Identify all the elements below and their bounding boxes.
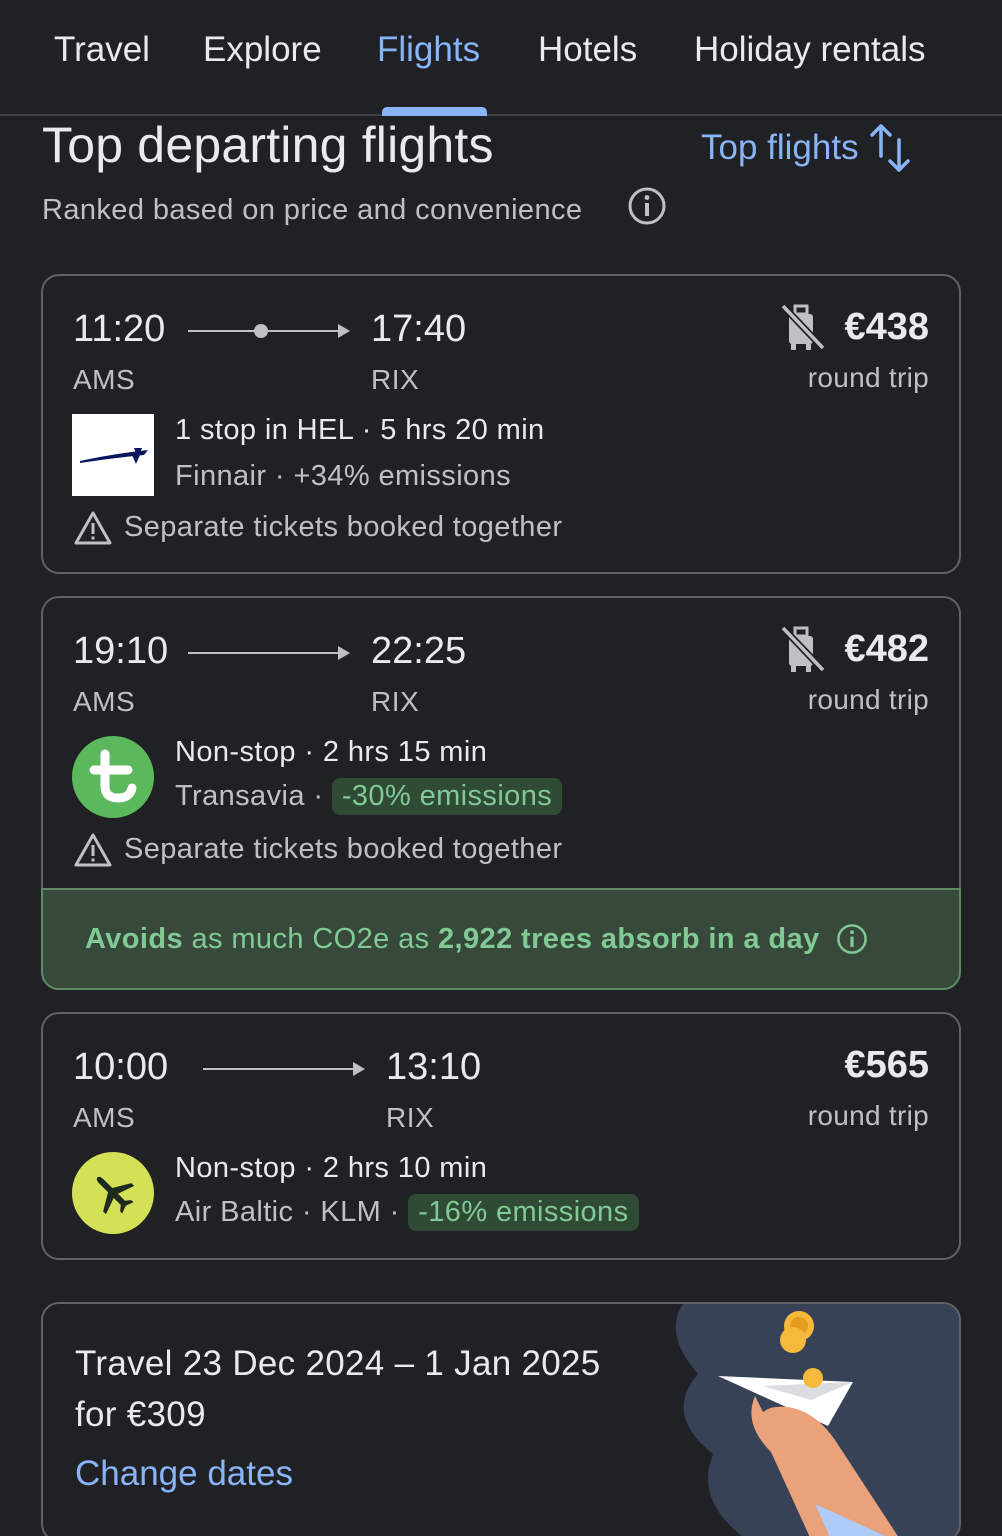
promo-line-1: Travel 23 Dec 2024 – 1 Jan 2025 <box>75 1344 601 1383</box>
warning-icon <box>74 511 112 545</box>
duration: 2 hrs 15 min <box>322 736 488 768</box>
route-line <box>188 652 338 654</box>
flight-card[interactable]: 11:20 17:40 AMS RIX €438 round trip 1 st… <box>41 274 961 574</box>
separate-tickets-warning: Separate tickets booked together <box>124 833 563 865</box>
sort-label: Top flights <box>701 128 859 167</box>
tab-hotels[interactable]: Hotels <box>538 30 637 70</box>
promo-text: Travel 23 Dec 2024 – 1 Jan 2025 for €309 <box>75 1338 601 1440</box>
origin-code: AMS <box>73 1102 136 1133</box>
sort-button[interactable]: Top flights <box>701 122 911 174</box>
warning-icon <box>74 833 112 867</box>
destination-code: RIX <box>386 1102 435 1133</box>
no-bag-icon <box>780 625 826 673</box>
sort-arrows-icon <box>869 124 910 172</box>
duration: 2 hrs 10 min <box>322 1152 488 1184</box>
origin-code: AMS <box>73 686 136 717</box>
route-arrow <box>353 1062 365 1076</box>
ranking-subtitle: Ranked based on price and convenience <box>42 194 583 226</box>
transavia-logo <box>72 736 154 818</box>
no-bag-icon <box>780 303 826 351</box>
eco-highlight: 2,922 trees absorb in a day <box>438 922 820 955</box>
airline-info: Transavia · -30% emissions <box>175 778 563 815</box>
destination-code: RIX <box>371 364 420 395</box>
stops: 1 stop in HEL <box>175 414 354 446</box>
route-arrow <box>338 646 350 660</box>
stops: Non-stop <box>175 736 296 768</box>
flight-card[interactable]: 10:00 13:10 AMS RIX €565 round trip Non-… <box>41 1012 961 1260</box>
route-arrow <box>338 324 350 338</box>
price: €482 <box>844 628 929 670</box>
emissions-badge: -30% emissions <box>331 778 563 815</box>
airline-name: Transavia <box>175 780 305 812</box>
flight-details: Non-stop · 2 hrs 10 min <box>175 1152 488 1184</box>
airline-name: Finnair <box>175 460 267 492</box>
stops: Non-stop <box>175 1152 296 1184</box>
airline-name: Air Baltic · KLM <box>175 1196 382 1228</box>
airbaltic-logo <box>72 1152 154 1234</box>
tab-flights[interactable]: Flights <box>377 30 480 70</box>
depart-time: 11:20 <box>73 308 166 350</box>
layover-dot <box>254 324 268 338</box>
flight-details: Non-stop · 2 hrs 15 min <box>175 736 488 768</box>
origin-code: AMS <box>73 364 136 395</box>
top-tab-bar: Travel Explore Flights Hotels Holiday re… <box>0 0 1002 116</box>
arrive-time: 22:25 <box>371 630 467 672</box>
duration: 5 hrs 20 min <box>380 414 545 446</box>
eco-lead: Avoids <box>85 922 184 955</box>
airline-info: Finnair · +34% emissions <box>175 460 512 492</box>
tab-travel[interactable]: Travel <box>54 30 150 70</box>
depart-time: 19:10 <box>73 630 169 672</box>
flight-card[interactable]: 19:10 22:25 AMS RIX €482 round trip Non-… <box>41 596 961 990</box>
price-note: round trip <box>807 362 929 393</box>
arrive-time: 17:40 <box>371 308 467 350</box>
co2-savings-banner: Avoids as much CO2e as 2,922 trees absor… <box>41 888 961 990</box>
depart-time: 10:00 <box>73 1046 169 1088</box>
price: €565 <box>844 1044 929 1086</box>
tab-explore[interactable]: Explore <box>203 30 322 70</box>
active-tab-indicator <box>382 107 487 116</box>
destination-code: RIX <box>371 686 420 717</box>
page-title: Top departing flights <box>42 117 494 173</box>
route-line <box>203 1068 353 1070</box>
price-note: round trip <box>807 684 929 715</box>
info-icon[interactable] <box>836 923 868 955</box>
emissions: +34% emissions <box>293 460 512 492</box>
finnair-logo <box>72 414 154 496</box>
date-promo-card: Travel 23 Dec 2024 – 1 Jan 2025 for €309… <box>41 1302 961 1536</box>
emissions-badge: -16% emissions <box>408 1194 639 1231</box>
separate-tickets-warning: Separate tickets booked together <box>124 511 563 543</box>
tab-holiday-rentals[interactable]: Holiday rentals <box>694 30 926 70</box>
promo-line-2: for €309 <box>75 1395 206 1434</box>
info-icon[interactable] <box>627 186 667 226</box>
arrive-time: 13:10 <box>386 1046 482 1088</box>
paper-plane-illustration <box>675 1304 959 1536</box>
change-dates-link[interactable]: Change dates <box>75 1454 293 1494</box>
price: €438 <box>844 306 929 348</box>
price-note: round trip <box>807 1100 929 1131</box>
eco-middle: as much CO2e as <box>183 922 439 955</box>
airline-info: Air Baltic · KLM · -16% emissions <box>175 1194 639 1231</box>
flight-details: 1 stop in HEL · 5 hrs 20 min <box>175 414 545 446</box>
